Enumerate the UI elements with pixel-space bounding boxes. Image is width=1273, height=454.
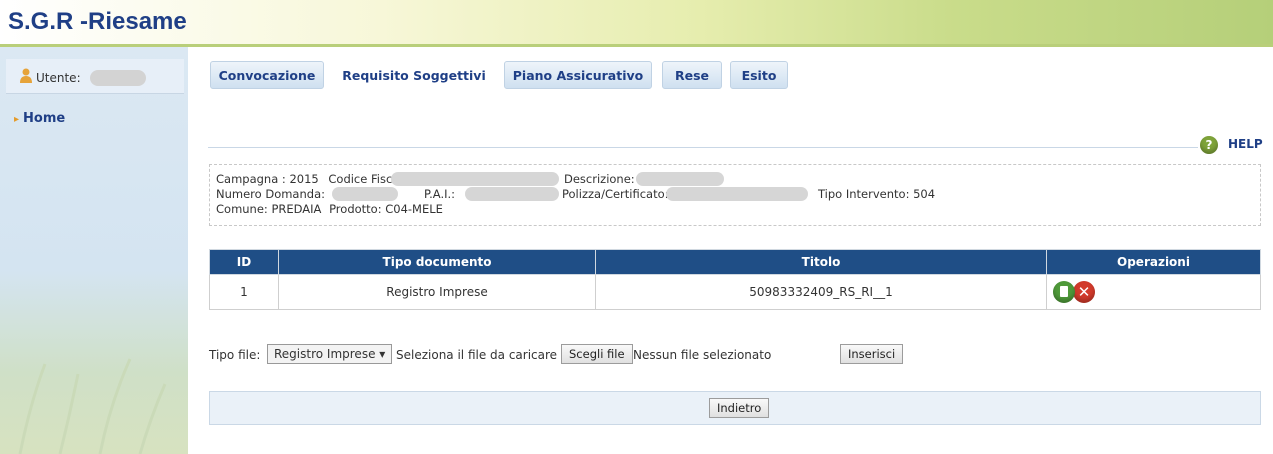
choose-file-button[interactable]: Scegli file (561, 344, 633, 364)
column-header-titolo: Titolo (595, 249, 1047, 275)
info-box: Campagna : 2015 Codice Fiscale: Descrizi… (209, 164, 1261, 226)
delete-icon[interactable]: ✕ (1073, 281, 1095, 303)
user-box: Utente: (6, 59, 184, 94)
campagna-label: Campagna : 2015 (216, 172, 319, 186)
tab-convocazione[interactable]: Convocazione (210, 61, 324, 89)
table-header-row: ID Tipo documento Titolo Operazioni (209, 249, 1261, 275)
back-button[interactable]: Indietro (709, 398, 770, 418)
header-divider (0, 44, 1273, 47)
tab-requisito-soggettivi[interactable]: Requisito Soggettivi (334, 61, 494, 89)
help-divider (208, 147, 1198, 148)
view-document-icon[interactable] (1053, 281, 1075, 303)
bullet-arrow-icon: ▸ (14, 114, 20, 125)
footer-bar: Indietro (209, 391, 1261, 425)
pai-redacted (465, 187, 559, 201)
cell-operazioni: ✕ (1046, 274, 1261, 310)
column-header-tipo-documento: Tipo documento (278, 249, 596, 275)
descrizione-label: Descrizione: (564, 172, 635, 186)
column-header-id: ID (209, 249, 279, 275)
descrizione-redacted (636, 172, 724, 186)
tab-rese[interactable]: Rese (662, 61, 722, 89)
sidebar: Utente: ▸ Home (0, 47, 188, 454)
cell-titolo: 50983332409_RS_RI__1 (595, 274, 1047, 310)
sidebar-item-home[interactable]: ▸ Home (14, 111, 65, 126)
cell-id: 1 (209, 274, 279, 310)
cell-tipo-documento: Registro Imprese (278, 274, 596, 310)
pai-label: P.A.I.: (424, 187, 456, 201)
user-label: Utente: (36, 71, 81, 85)
tab-esito[interactable]: Esito (730, 61, 788, 89)
info-line-1: Campagna : 2015 Codice Fiscale: (216, 172, 413, 186)
seleziona-file-label: Seleziona il file da caricare (396, 348, 558, 362)
tipo-file-select[interactable]: Registro Imprese ▾ (267, 344, 393, 364)
wheat-decoration (18, 358, 167, 454)
documents-table: ID Tipo documento Titolo Operazioni 1 Re… (209, 249, 1261, 310)
codice-fiscale-redacted (391, 172, 559, 186)
question-icon[interactable]: ? (1200, 136, 1218, 154)
tab-piano-assicurativo[interactable]: Piano Assicurativo (504, 61, 652, 89)
user-name-redacted (90, 70, 146, 86)
tipo-file-label: Tipo file: (209, 348, 261, 362)
insert-button[interactable]: Inserisci (840, 344, 904, 364)
polizza-label: Polizza/Certificato: (562, 187, 669, 201)
app-title: S.G.R -Riesame (8, 8, 187, 35)
table-row: 1 Registro Imprese 50983332409_RS_RI__1 … (209, 274, 1261, 310)
numero-domanda-redacted (332, 187, 398, 201)
numero-domanda-label: Numero Domanda: (216, 187, 325, 201)
comune-label: Comune: PREDAIA (216, 202, 322, 216)
no-file-text: Nessun file selezionato (633, 348, 772, 362)
info-line-3: Comune: PREDAIA Prodotto: C04-MELE (216, 202, 443, 216)
user-icon (20, 68, 32, 83)
help-link[interactable]: HELP (1228, 137, 1263, 151)
app-header: S.G.R -Riesame (0, 0, 1273, 44)
tipo-intervento-label: Tipo Intervento: 504 (818, 187, 936, 201)
polizza-redacted (666, 187, 808, 201)
prodotto-label: Prodotto: C04-MELE (329, 202, 443, 216)
sidebar-item-label: Home (23, 111, 66, 126)
column-header-operazioni: Operazioni (1046, 249, 1261, 275)
